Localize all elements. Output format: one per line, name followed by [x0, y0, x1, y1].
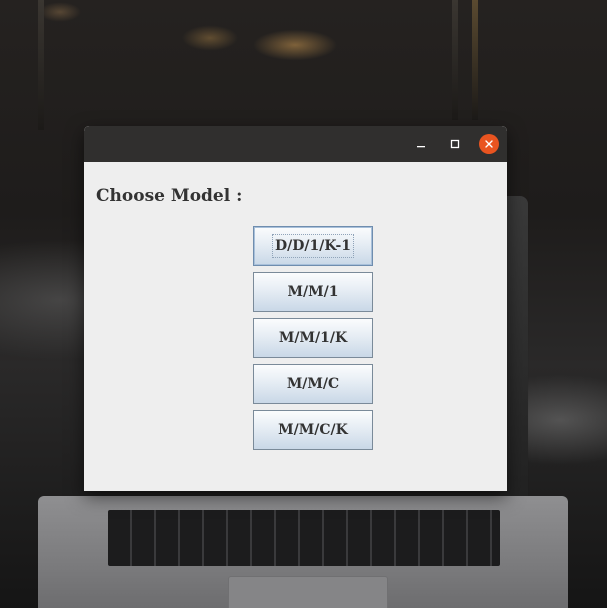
- window-content: Choose Model : D/D/1/K-1 M/M/1 M/M/1/K M…: [84, 162, 507, 491]
- maximize-icon: [450, 139, 460, 149]
- close-button[interactable]: [479, 134, 499, 154]
- model-button-dd1k1[interactable]: D/D/1/K-1: [253, 226, 373, 266]
- model-button-mm1[interactable]: M/M/1: [253, 272, 373, 312]
- background-post: [452, 0, 458, 120]
- laptop-keyboard: [108, 510, 500, 566]
- model-button-label: M/M/1: [287, 284, 339, 300]
- background-post: [38, 0, 44, 130]
- model-button-list: D/D/1/K-1 M/M/1 M/M/1/K M/M/C M/M/C/K: [253, 226, 373, 456]
- model-button-label: M/M/C: [286, 376, 340, 392]
- minimize-icon: [416, 139, 426, 149]
- close-icon: [484, 139, 494, 149]
- model-chooser-window: Choose Model : D/D/1/K-1 M/M/1 M/M/1/K M…: [84, 126, 507, 491]
- model-button-mm1k[interactable]: M/M/1/K: [253, 318, 373, 358]
- minimize-button[interactable]: [411, 134, 431, 154]
- model-button-mmck[interactable]: M/M/C/K: [253, 410, 373, 450]
- background-post: [472, 0, 478, 120]
- choose-model-heading: Choose Model :: [96, 186, 243, 206]
- laptop-trackpad: [228, 576, 388, 608]
- maximize-button[interactable]: [445, 134, 465, 154]
- model-button-label: M/M/1/K: [278, 330, 348, 346]
- model-button-label: D/D/1/K-1: [271, 234, 355, 258]
- window-titlebar[interactable]: [84, 126, 507, 162]
- model-button-mmc[interactable]: M/M/C: [253, 364, 373, 404]
- model-button-label: M/M/C/K: [278, 422, 348, 438]
